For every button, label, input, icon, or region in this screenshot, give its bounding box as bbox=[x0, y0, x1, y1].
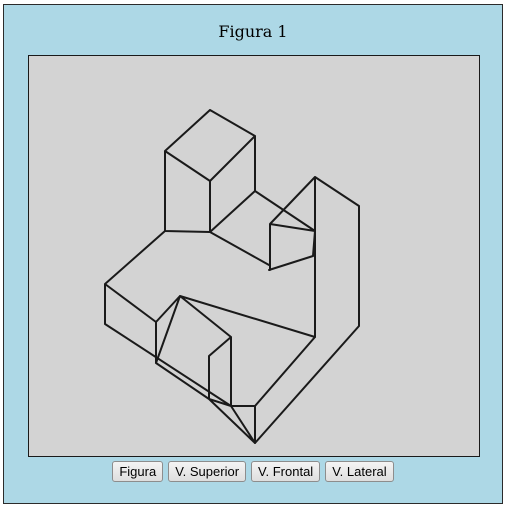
drawing-canvas bbox=[28, 55, 480, 457]
panel-title: Figura 1 bbox=[218, 22, 288, 41]
figura-button[interactable]: Figura bbox=[112, 461, 164, 482]
right-tower-edges bbox=[254, 176, 360, 444]
isometric-figure bbox=[104, 109, 360, 444]
front-view-button[interactable]: V. Frontal bbox=[251, 461, 321, 482]
side-view-button[interactable]: V. Lateral bbox=[325, 461, 394, 482]
view-button-row: Figura V. Superior V. Frontal V. Lateral bbox=[4, 461, 502, 482]
figure-panel: Figura 1 Figura V. Superior V. Frontal V… bbox=[3, 4, 503, 504]
left-cube-edges bbox=[164, 109, 270, 266]
top-view-button[interactable]: V. Superior bbox=[168, 461, 247, 482]
